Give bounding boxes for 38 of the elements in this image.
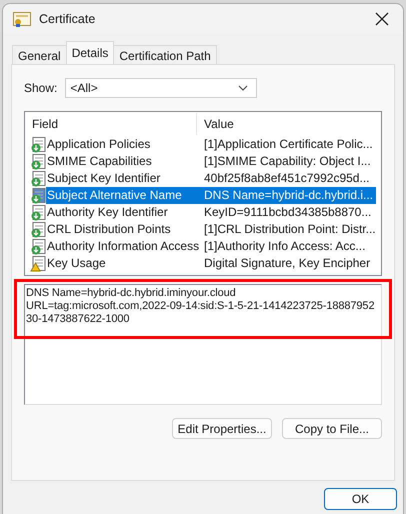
action-button[interactable]: Copy to File... — [282, 418, 382, 439]
show-dropdown[interactable]: <All> — [65, 78, 258, 98]
value-cell[interactable]: Digital Signature, Key Encipher — [197, 255, 376, 272]
certificate-field-icon — [30, 170, 46, 186]
show-label: Show: — [24, 81, 58, 95]
field-cell[interactable]: Subject Key Identifier — [46, 170, 197, 187]
certificate-field-icon — [30, 256, 46, 272]
ok-button[interactable]: OK — [324, 488, 397, 510]
column-header[interactable]: Value — [197, 113, 234, 135]
field-cell[interactable]: SMIME Capabilities — [46, 153, 197, 170]
close-icon[interactable] — [375, 12, 389, 26]
certificate-field-icon — [30, 222, 46, 238]
value-cell[interactable]: [1]Application Certificate Polic... — [197, 136, 376, 153]
chevron-down-icon — [238, 85, 248, 91]
value-cell[interactable]: DNS Name=hybrid-dc.hybrid.i... — [197, 187, 376, 204]
action-button[interactable]: Edit Properties... — [172, 418, 272, 439]
certificate-field-icon — [30, 204, 46, 220]
field-cell[interactable]: Subject Alternative Name — [46, 187, 197, 204]
value-text-area[interactable]: DNS Name=hybrid-dc.hybrid.iminyour.cloud URL=tag:microsoft.com,2022-09-14:sid:S-1-5-21-1414223725-1888795230-1473887622-1000 — [24, 284, 382, 405]
value-cell[interactable]: [1]CRL Distribution Point: Distr... — [197, 221, 376, 238]
certificate-field-icon — [30, 136, 46, 152]
field-cell[interactable]: Authority Information Access — [46, 238, 197, 255]
tab[interactable]: Details — [66, 41, 114, 64]
certificate-field-icon — [30, 154, 46, 170]
field-cell[interactable]: CRL Distribution Points — [46, 221, 197, 238]
value-cell[interactable]: KeyID=9111bcbd34385b8870... — [197, 204, 376, 221]
value-cell[interactable]: [1]SMIME Capability: Object I... — [197, 153, 376, 170]
column-header[interactable]: Field — [25, 113, 197, 135]
tab[interactable]: Certification Path — [113, 45, 217, 64]
certificate-field-icon — [30, 188, 46, 204]
window-title: Certificate — [39, 12, 96, 26]
field-cell[interactable]: Key Usage — [46, 255, 197, 272]
field-cell[interactable]: Application Policies — [46, 136, 197, 153]
certificate-field-icon — [30, 238, 46, 254]
certificate-icon — [13, 12, 31, 26]
field-cell[interactable]: Authority Key Identifier — [46, 204, 197, 221]
value-cell[interactable]: 40bf25f8ab8ef451c7992c95d... — [197, 170, 376, 187]
tab[interactable]: General — [12, 45, 67, 64]
